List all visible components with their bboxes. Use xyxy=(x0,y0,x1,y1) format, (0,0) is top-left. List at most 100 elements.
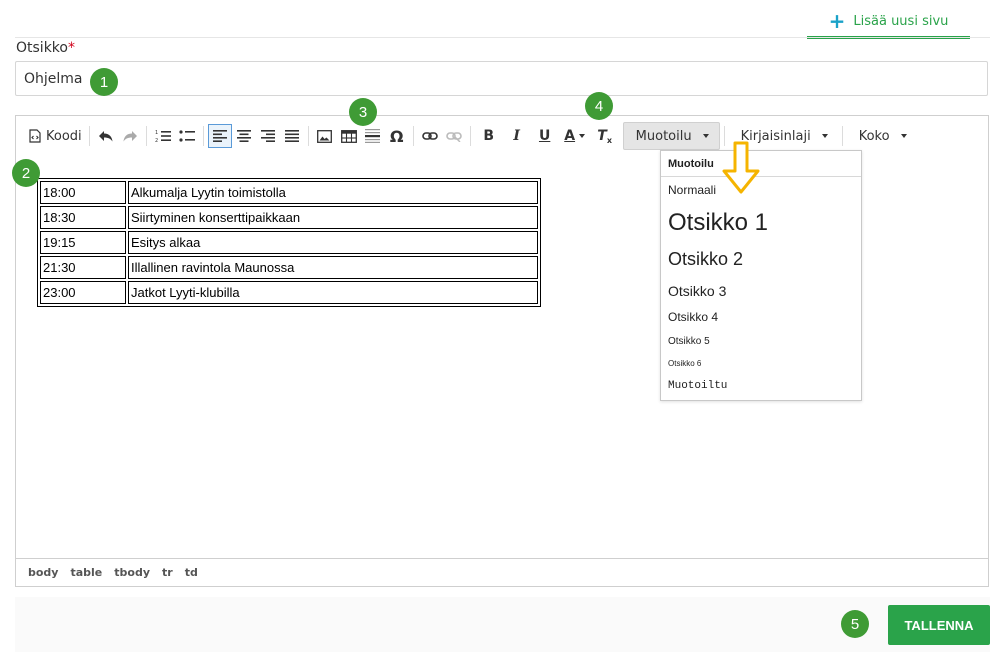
event-cell[interactable]: Jatkot Lyyti-klubilla xyxy=(128,281,538,304)
chevron-down-icon xyxy=(900,134,907,138)
table-row: 19:15 Esitys alkaa xyxy=(40,231,538,254)
callout-badge-5: 5 xyxy=(841,610,869,638)
text-color-icon: A xyxy=(564,128,576,144)
toolbar-separator xyxy=(841,126,843,146)
path-item-td[interactable]: td xyxy=(185,566,198,579)
redo-button[interactable] xyxy=(118,124,142,148)
callout-badge-1: 1 xyxy=(90,68,118,96)
required-mark: * xyxy=(67,40,75,56)
title-field-label: Otsikko* xyxy=(16,40,75,56)
tab-add-new-page[interactable]: + Lisää uusi sivu xyxy=(807,6,970,39)
title-label-text: Otsikko xyxy=(16,40,68,56)
save-button[interactable]: TALLENNA xyxy=(888,605,990,645)
underline-button[interactable]: U xyxy=(531,124,559,148)
undo-button[interactable] xyxy=(94,124,118,148)
link-icon xyxy=(421,132,438,140)
schedule-table[interactable]: 18:00 Alkumalja Lyytin toimistolla 18:30 Si… xyxy=(37,178,541,307)
menu-item-preformatted[interactable]: Muotoiltu xyxy=(668,380,727,392)
clear-formatting-icon: T xyxy=(597,128,607,144)
clear-x-mark: x xyxy=(606,135,613,145)
callout-badge-2: 2 xyxy=(12,159,40,187)
code-button[interactable]: Koodi xyxy=(26,124,85,148)
align-left-icon xyxy=(212,130,227,142)
bullet-list-icon xyxy=(179,130,195,142)
insert-link-button[interactable] xyxy=(418,124,442,148)
insert-image-button[interactable] xyxy=(313,124,337,148)
menu-item-normal[interactable]: Normaali xyxy=(668,183,716,197)
format-dropdown[interactable]: Muotoilu xyxy=(622,122,720,150)
path-item-body[interactable]: body xyxy=(28,566,58,579)
undo-icon xyxy=(98,131,113,142)
plus-icon: + xyxy=(828,9,846,33)
code-button-label: Koodi xyxy=(46,128,82,144)
clear-formatting-button[interactable]: Tx xyxy=(591,124,619,148)
callout-badge-4: 4 xyxy=(585,92,613,120)
bold-icon: B xyxy=(483,128,494,144)
menu-item-heading-5[interactable]: Otsikko 5 xyxy=(668,336,710,347)
font-size-dropdown[interactable]: Koko xyxy=(847,123,917,149)
arrow-down-icon xyxy=(722,141,760,194)
time-cell[interactable]: 19:15 xyxy=(40,231,126,254)
underline-icon: U xyxy=(538,128,551,144)
align-left-button[interactable] xyxy=(207,124,232,148)
menu-item-heading-3[interactable]: Otsikko 3 xyxy=(668,283,726,299)
path-item-tr[interactable]: tr xyxy=(162,566,173,579)
tab-divider xyxy=(15,37,990,38)
table-icon xyxy=(340,129,357,143)
title-input-value: Ohjelma xyxy=(24,70,83,87)
align-center-icon xyxy=(236,130,251,142)
horizontal-rule-icon xyxy=(365,129,381,143)
table-row: 21:30 Illallinen ravintola Maunossa xyxy=(40,256,538,279)
toolbar-separator xyxy=(412,126,414,146)
svg-text:1: 1 xyxy=(155,130,158,136)
align-right-button[interactable] xyxy=(256,124,280,148)
font-size-dropdown-label: Koko xyxy=(858,128,890,144)
text-color-button[interactable]: A xyxy=(559,124,591,148)
numbered-list-button[interactable]: 12 xyxy=(151,124,175,148)
code-file-icon xyxy=(29,129,41,143)
align-justify-button[interactable] xyxy=(280,124,304,148)
bold-button[interactable]: B xyxy=(475,124,503,148)
special-character-button[interactable]: Ω xyxy=(385,124,409,148)
table-row: 18:00 Alkumalja Lyytin toimistolla xyxy=(40,181,538,204)
remove-link-button[interactable] xyxy=(442,124,466,148)
svg-text:2: 2 xyxy=(155,138,158,143)
chevron-down-icon xyxy=(821,134,828,138)
element-path-statusbar: body table tbody tr td xyxy=(16,558,988,586)
italic-button[interactable]: I xyxy=(503,124,531,148)
chevron-down-icon xyxy=(579,134,586,138)
callout-badge-3: 3 xyxy=(349,98,377,126)
event-cell[interactable]: Siirtyminen konserttipaikkaan xyxy=(128,206,538,229)
time-cell[interactable]: 18:30 xyxy=(40,206,126,229)
insert-table-button[interactable] xyxy=(337,124,361,148)
omega-icon: Ω xyxy=(389,126,404,146)
event-cell[interactable]: Illallinen ravintola Maunossa xyxy=(128,256,538,279)
align-justify-icon xyxy=(284,130,299,142)
menu-item-heading-4[interactable]: Otsikko 4 xyxy=(668,310,718,324)
time-cell[interactable]: 18:00 xyxy=(40,181,126,204)
toolbar-separator xyxy=(469,126,471,146)
menu-item-heading-6[interactable]: Otsikko 6 xyxy=(668,359,701,368)
align-center-button[interactable] xyxy=(232,124,256,148)
menu-item-heading-2[interactable]: Otsikko 2 xyxy=(668,249,743,270)
toolbar-separator xyxy=(145,126,147,146)
event-cell[interactable]: Esitys alkaa xyxy=(128,231,538,254)
title-input[interactable]: Ohjelma xyxy=(15,61,988,96)
bullet-list-button[interactable] xyxy=(175,124,199,148)
horizontal-rule-button[interactable] xyxy=(361,124,385,148)
menu-item-heading-1[interactable]: Otsikko 1 xyxy=(668,209,768,237)
toolbar-separator xyxy=(88,126,90,146)
event-cell[interactable]: Alkumalja Lyytin toimistolla xyxy=(128,181,538,204)
unlink-icon xyxy=(445,132,462,142)
tab-add-new-page-label: Lisää uusi sivu xyxy=(853,13,949,29)
toolbar-separator xyxy=(202,126,204,146)
time-cell[interactable]: 21:30 xyxy=(40,256,126,279)
italic-icon: I xyxy=(513,128,520,144)
table-row: 18:30 Siirtyminen konserttipaikkaan xyxy=(40,206,538,229)
time-cell[interactable]: 23:00 xyxy=(40,281,126,304)
path-item-table[interactable]: table xyxy=(70,566,102,579)
chevron-down-icon xyxy=(702,134,709,138)
table-row: 23:00 Jatkot Lyyti-klubilla xyxy=(40,281,538,304)
toolbar-separator xyxy=(307,126,309,146)
path-item-tbody[interactable]: tbody xyxy=(114,566,150,579)
